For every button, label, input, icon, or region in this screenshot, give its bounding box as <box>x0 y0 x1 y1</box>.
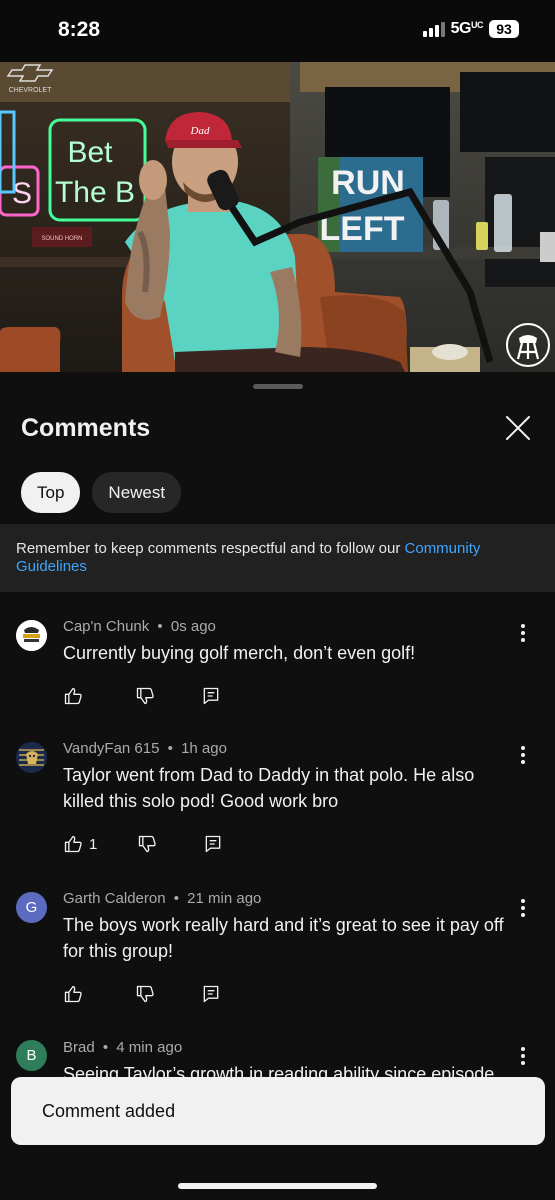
more-options-button[interactable] <box>513 896 533 920</box>
comment-time: 0s ago <box>170 618 216 635</box>
comment-item: Cap'n Chunk • 0s ago Currently buying go… <box>0 610 555 720</box>
home-indicator[interactable] <box>178 1183 377 1189</box>
avatar[interactable] <box>16 742 47 773</box>
reply-button[interactable] <box>201 686 221 706</box>
status-time: 8:28 <box>58 18 101 41</box>
comment-meta: VandyFan 615 • 1h ago <box>63 740 227 757</box>
vandyfan-avatar-icon <box>16 742 47 773</box>
status-bar: 8:28 5GUC 93 <box>0 0 555 62</box>
comment-actions <box>63 984 221 1004</box>
like-button[interactable] <box>63 686 83 706</box>
capn-chunk-avatar-icon <box>16 620 47 651</box>
comment-author[interactable]: Garth Calderon <box>63 890 166 907</box>
chip-newest[interactable]: Newest <box>92 472 182 513</box>
comment-author[interactable]: VandyFan 615 <box>63 740 159 757</box>
comment-text: Currently buying golf merch, don’t even … <box>63 643 416 663</box>
avatar[interactable] <box>16 620 47 651</box>
reply-icon <box>203 687 219 705</box>
thumbs-up-icon <box>64 985 82 1003</box>
thumbs-down-icon <box>136 687 154 705</box>
reply-button[interactable] <box>203 834 223 854</box>
comment-text: Taylor went from Dad to Daddy in that po… <box>63 765 475 811</box>
drag-handle[interactable] <box>253 384 303 389</box>
comment-time: 21 min ago <box>187 890 262 907</box>
comment-meta: Cap'n Chunk • 0s ago <box>63 618 216 635</box>
comments-sheet: Comments Top Newest Remember to keep com… <box>0 372 555 1200</box>
like-button[interactable]: 1 <box>63 834 97 854</box>
battery-level: 93 <box>489 20 519 38</box>
dislike-button[interactable] <box>135 984 155 1004</box>
comment-actions: 1 <box>63 834 223 854</box>
thumbs-down-icon <box>139 835 157 853</box>
close-button[interactable] <box>500 410 536 446</box>
comment-time: 4 min ago <box>116 1039 183 1056</box>
status-indicators: 5GUC 93 <box>422 20 519 38</box>
comment-author[interactable]: Brad <box>63 1039 95 1056</box>
notice-text: Remember to keep comments respectful and… <box>16 540 405 557</box>
comment-item: VandyFan 615 • 1h ago Taylor went from D… <box>0 732 555 872</box>
comment-text: The boys work really hard and it’s great… <box>63 915 504 961</box>
svg-text:The B: The B <box>55 176 135 209</box>
community-notice: Remember to keep comments respectful and… <box>0 524 555 592</box>
toast-text: Comment added <box>42 1100 176 1121</box>
avatar[interactable]: B <box>16 1040 47 1071</box>
close-icon <box>506 416 530 440</box>
avatar[interactable]: G <box>16 892 47 923</box>
sort-chips: Top Newest <box>21 472 182 513</box>
svg-text:SOUND HORN: SOUND HORN <box>41 236 82 242</box>
dislike-button[interactable] <box>135 686 155 706</box>
toast-comment-added: Comment added <box>11 1077 545 1145</box>
network-type: 5GUC <box>450 20 484 37</box>
dislike-button[interactable] <box>137 834 157 854</box>
avatar-initial: G <box>25 899 38 916</box>
avatar-initial: B <box>26 1047 37 1064</box>
reply-icon <box>206 835 221 853</box>
like-count: 1 <box>89 835 98 853</box>
comment-meta: Brad • 4 min ago <box>63 1039 183 1056</box>
video-player[interactable]: Bet The B S CHEVROLET SOUND HORN RUN LEF… <box>0 62 555 372</box>
svg-text:Bet: Bet <box>67 136 113 169</box>
signal-icon <box>422 21 445 37</box>
reply-icon <box>203 985 219 1003</box>
svg-text:Dad: Dad <box>190 125 210 137</box>
comment-time: 1h ago <box>181 740 227 757</box>
thumbs-up-icon <box>64 687 82 705</box>
more-options-button[interactable] <box>513 1044 533 1068</box>
more-options-button[interactable] <box>513 621 533 645</box>
comment-meta: Garth Calderon • 21 min ago <box>63 890 262 907</box>
reply-button[interactable] <box>201 984 221 1004</box>
thumbs-down-icon <box>136 985 154 1003</box>
like-button[interactable] <box>63 984 83 1004</box>
thumbs-up-icon <box>64 835 82 853</box>
video-frame: Bet The B S CHEVROLET SOUND HORN RUN LEF… <box>0 62 555 372</box>
sheet-title: Comments <box>21 414 151 442</box>
comment-author[interactable]: Cap'n Chunk <box>63 618 149 635</box>
comment-actions <box>63 686 221 706</box>
comment-item: G Garth Calderon • 21 min ago The boys w… <box>0 882 555 1022</box>
more-options-button[interactable] <box>513 743 533 767</box>
svg-text:CHEVROLET: CHEVROLET <box>9 87 53 94</box>
chip-top[interactable]: Top <box>21 472 81 513</box>
